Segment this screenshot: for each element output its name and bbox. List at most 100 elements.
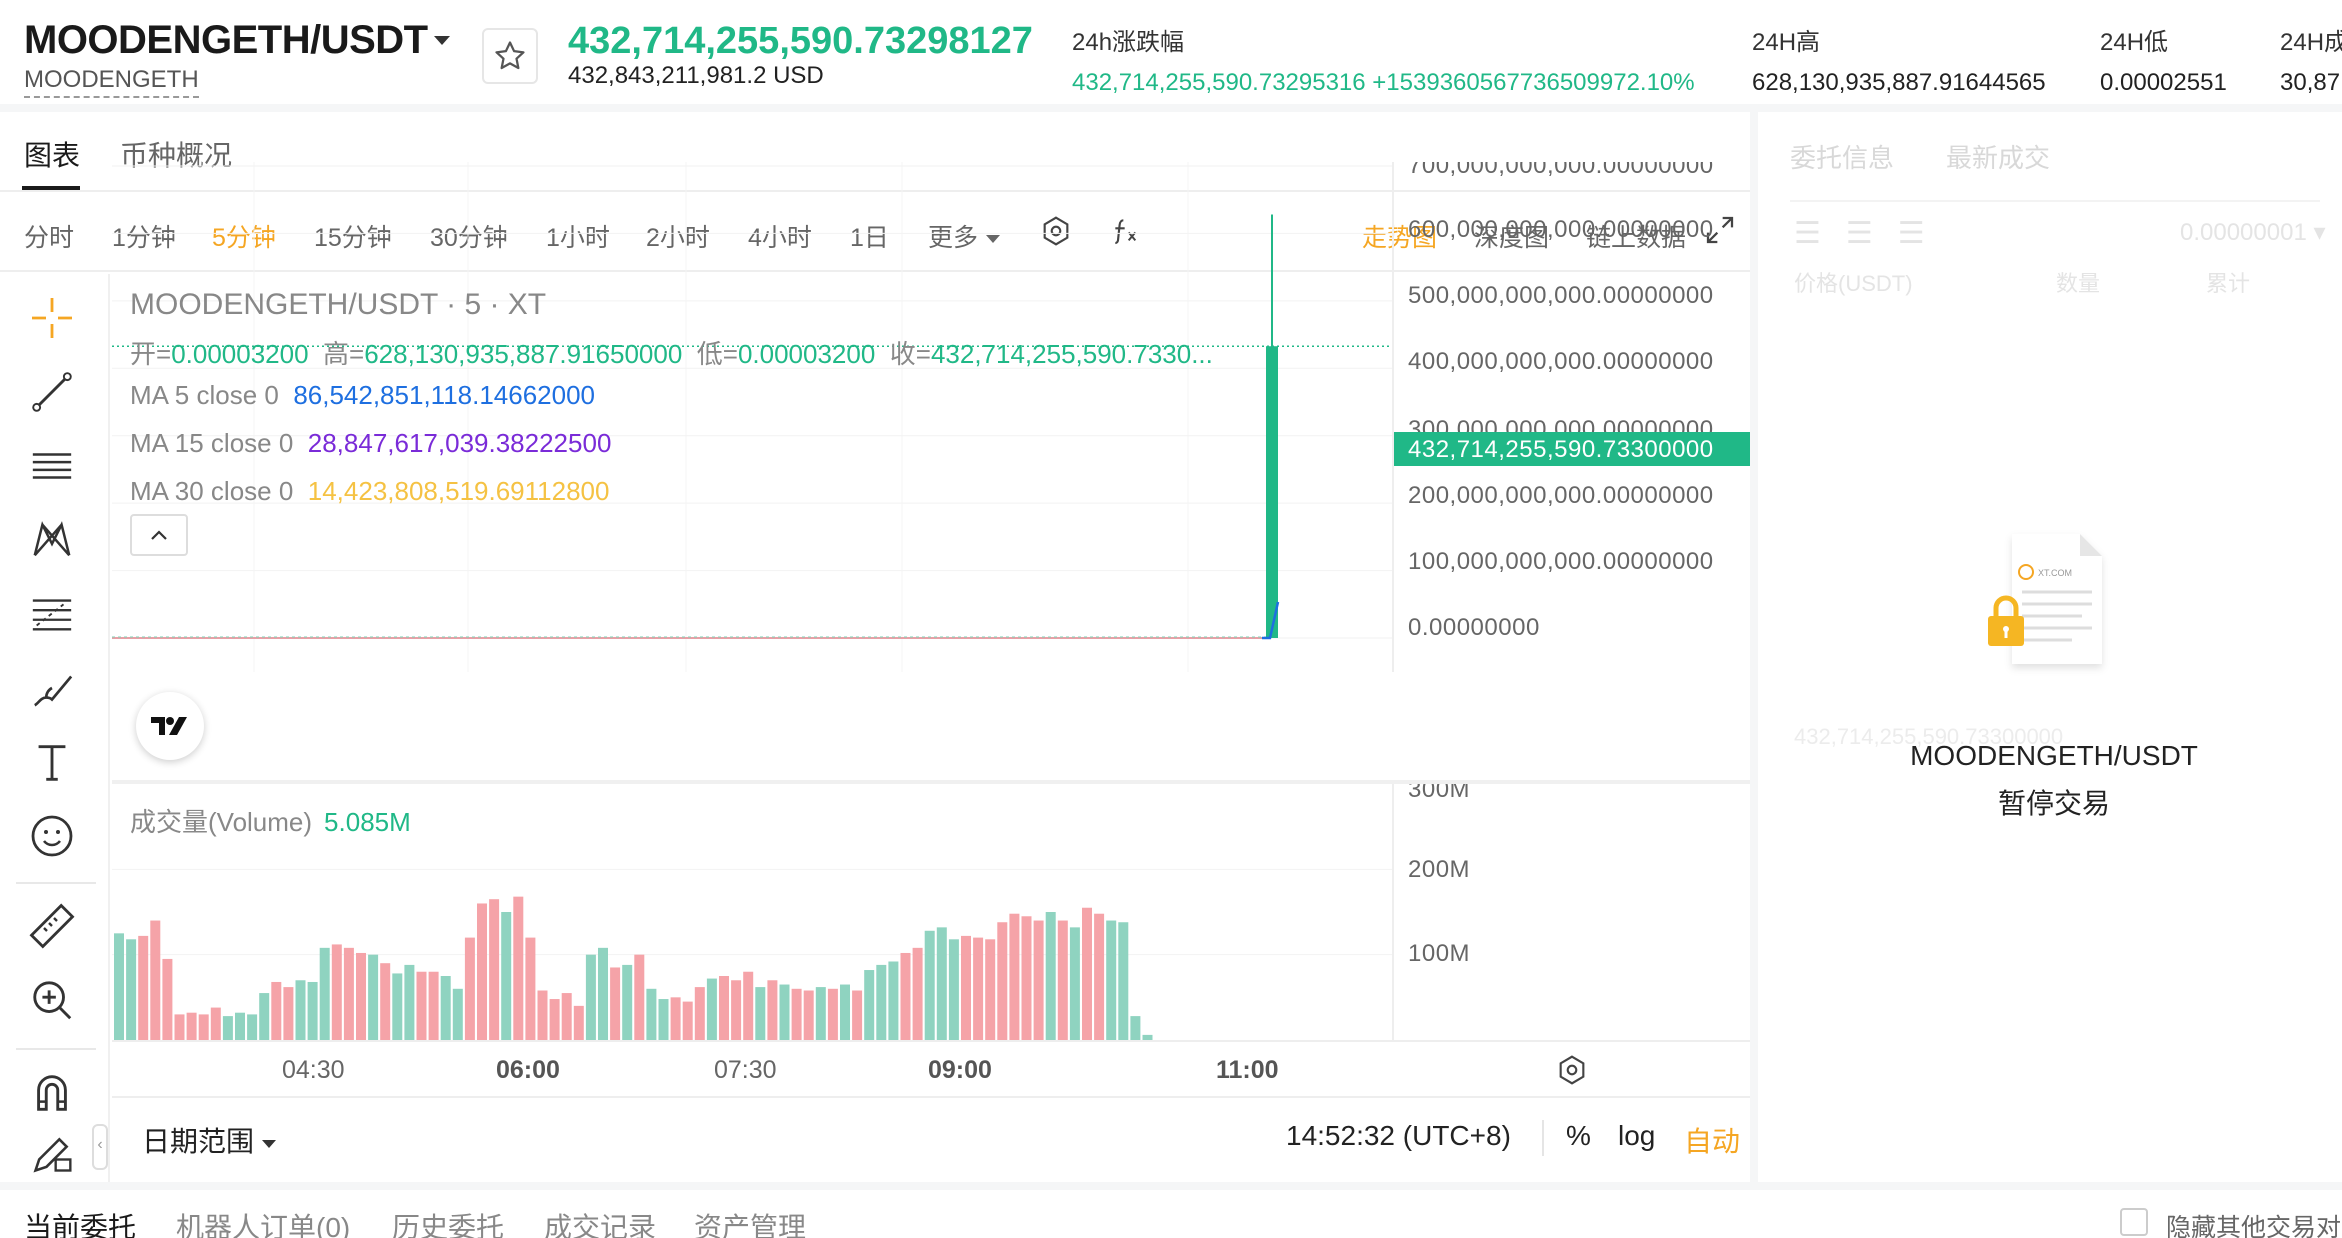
stat-24h-low: 24H低 0.00002551 xyxy=(2100,22,2227,97)
magnet-icon xyxy=(37,1075,67,1111)
tab-latest-trades[interactable]: 最新成交 xyxy=(1946,138,2050,175)
crosshair-tool[interactable] xyxy=(26,292,78,344)
volume-bar xyxy=(356,952,366,1040)
timezone-clock[interactable]: 14:52:32 (UTC+8) xyxy=(1286,1120,1511,1152)
orderbook-view-icons[interactable]: ☰ ☰ ☰ xyxy=(1794,216,1925,251)
price-chart[interactable] xyxy=(112,162,1392,672)
legend-collapse-button[interactable] xyxy=(130,514,188,556)
volume-bar xyxy=(767,980,778,1040)
volume-bar xyxy=(610,967,621,1040)
volume-bar xyxy=(924,930,935,1040)
volume-bar xyxy=(1118,922,1129,1040)
tab-asset-management[interactable]: 资产管理 xyxy=(694,1206,806,1238)
ma5-legend[interactable]: MA 5 close 0 86,542,851,118.14662000 xyxy=(130,380,595,411)
stat-value: 628,130,935,887.91644565 xyxy=(1752,69,2046,96)
tradingview-icon xyxy=(151,717,187,735)
volume-bar xyxy=(803,990,814,1040)
date-range-label: 日期范围 xyxy=(142,1126,255,1157)
volume-bar xyxy=(222,1016,233,1040)
active-tab-underline xyxy=(22,186,80,190)
stat-24h-volume: 24H成 30,87 xyxy=(2280,22,2342,97)
volume-bar xyxy=(440,976,451,1040)
emoji-tool[interactable] xyxy=(26,810,78,862)
volume-bar xyxy=(743,971,754,1040)
tab-order-history[interactable]: 历史委托 xyxy=(392,1206,504,1238)
volume-bar xyxy=(489,899,500,1040)
volume-bar xyxy=(210,1007,221,1040)
pair-title[interactable]: MOODENGETH/USDT xyxy=(24,18,428,63)
lock-drawing-tool[interactable] xyxy=(26,1130,78,1178)
tool-separator xyxy=(16,882,96,884)
open-label: 开= xyxy=(130,339,172,369)
brand-mark: XT.COM xyxy=(2038,568,2072,578)
zoom-tool[interactable] xyxy=(26,974,78,1026)
separator xyxy=(1542,1120,1544,1156)
volume-value: 5.085M xyxy=(324,807,411,837)
tab-open-orders[interactable]: 当前委托 xyxy=(24,1206,136,1238)
volume-bar xyxy=(1021,916,1032,1040)
hide-other-pairs-label: 隐藏其他交易对 xyxy=(2166,1214,2342,1238)
horizontal-lines-tool[interactable] xyxy=(26,440,78,492)
auto-scale-toggle[interactable]: 自动 xyxy=(1684,1120,1740,1160)
tab-trade-history[interactable]: 成交记录 xyxy=(544,1206,656,1238)
ma30-legend[interactable]: MA 30 close 0 14,423,808,519.69112800 xyxy=(130,476,609,507)
price-axis[interactable]: 700,000,000,000.00000000 600,000,000,000… xyxy=(1392,162,1750,672)
price-tick: 600,000,000,000.00000000 xyxy=(1408,216,1714,243)
volume-bar xyxy=(464,937,475,1040)
volume-bar xyxy=(1045,912,1056,1040)
ruler-tool[interactable] xyxy=(26,900,78,952)
precision-select[interactable]: 0.00000001 ▾ xyxy=(2180,218,2326,247)
volume-bar xyxy=(585,954,596,1040)
volume-bar xyxy=(694,987,705,1040)
ma15-legend[interactable]: MA 15 close 0 28,847,617,039.38222500 xyxy=(130,428,611,459)
volume-bar xyxy=(670,997,681,1040)
chart-settings-button[interactable] xyxy=(1556,1054,1588,1091)
volume-bar xyxy=(1033,920,1044,1040)
paused-illustration: XT.COM xyxy=(1982,530,2102,670)
volume-axis[interactable]: 300M 200M 100M xyxy=(1392,784,1750,1040)
time-tick: 07:30 xyxy=(714,1056,777,1084)
volume-bar xyxy=(259,993,270,1040)
star-icon xyxy=(495,41,525,70)
volume-bar xyxy=(719,976,729,1040)
hide-other-pairs-checkbox[interactable] xyxy=(2120,1208,2148,1236)
volume-bar xyxy=(174,1014,185,1040)
volume-bar xyxy=(138,935,149,1040)
ohlc-legend: 开=0.00003200 高=628,130,935,887.91650000 … xyxy=(130,334,1213,371)
tab-chart[interactable]: 图表 xyxy=(24,134,80,174)
zoom-in-icon xyxy=(33,981,72,1020)
low-value: 0.00003200 xyxy=(737,339,876,369)
interval-time-share[interactable]: 分时 xyxy=(24,218,74,254)
pair-subtitle[interactable]: MOODENGETH xyxy=(24,66,199,98)
volume-bar xyxy=(827,988,838,1040)
collapse-toolbar-button[interactable]: ‹ xyxy=(92,1124,108,1170)
volume-bar xyxy=(428,971,439,1040)
ma30-label: MA 30 close 0 xyxy=(130,476,294,506)
text-t-icon xyxy=(38,745,66,781)
volume-bar xyxy=(731,980,742,1040)
magnet-tool[interactable] xyxy=(26,1066,78,1118)
volume-bar xyxy=(271,981,282,1040)
stat-value: 30,87 xyxy=(2280,69,2341,96)
fib-tool[interactable] xyxy=(26,588,78,640)
volume-tick: 200M xyxy=(1408,856,1471,883)
volume-bar xyxy=(501,912,512,1040)
volume-bar xyxy=(1094,913,1105,1040)
brush-tool[interactable] xyxy=(26,662,78,714)
volume-bar xyxy=(561,993,572,1040)
stat-label: 24H低 xyxy=(2100,29,2169,56)
tab-order-info[interactable]: 委托信息 xyxy=(1790,138,1894,175)
ma5-label: MA 5 close 0 xyxy=(130,380,279,410)
date-range-dropdown[interactable]: 日期范围 xyxy=(142,1120,277,1160)
favorite-button[interactable] xyxy=(482,28,538,84)
tab-bot-orders[interactable]: 机器人订单(0) xyxy=(176,1206,350,1238)
pair-dropdown-caret-icon[interactable] xyxy=(434,36,450,45)
pattern-tool[interactable] xyxy=(26,514,78,566)
volume-bar xyxy=(1069,927,1080,1040)
text-tool[interactable] xyxy=(26,736,78,788)
tradingview-logo[interactable] xyxy=(136,692,204,760)
percent-scale-toggle[interactable]: % xyxy=(1566,1120,1591,1152)
trend-line-tool[interactable] xyxy=(26,366,78,418)
time-axis[interactable]: 04:30 06:00 07:30 09:00 11:00 xyxy=(112,1040,1750,1096)
log-scale-toggle[interactable]: log xyxy=(1618,1120,1655,1152)
